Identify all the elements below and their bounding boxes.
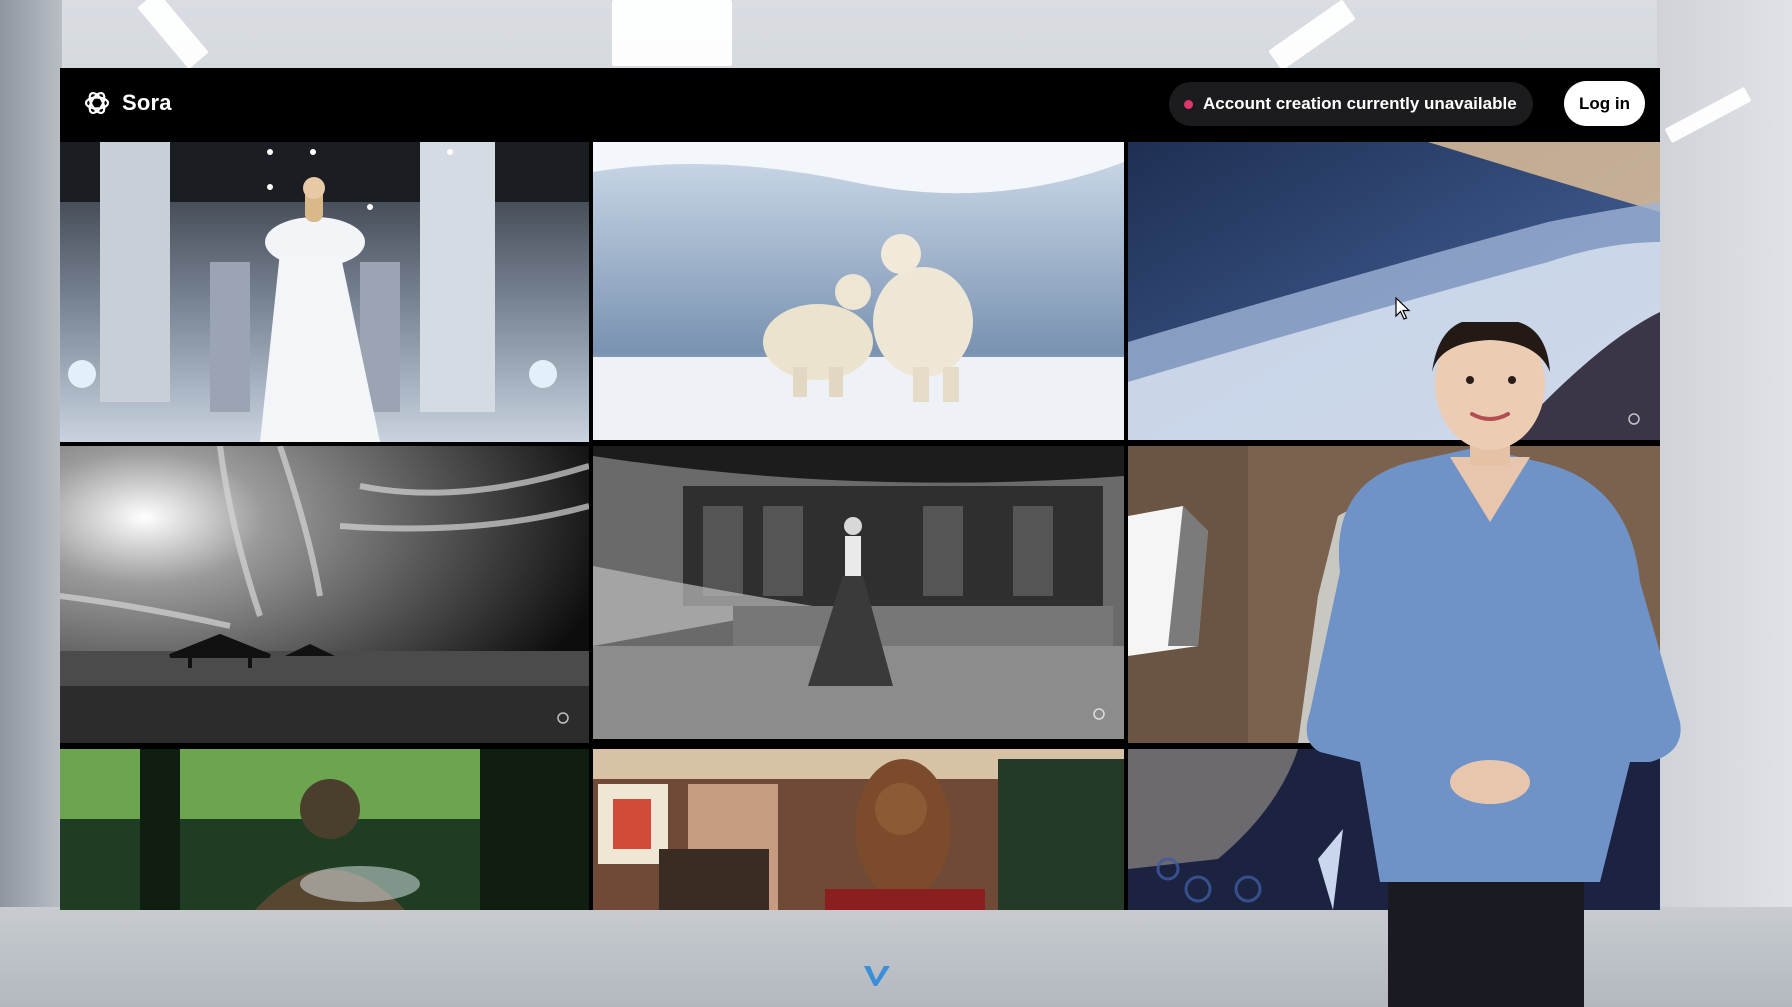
- brand[interactable]: Sora: [82, 88, 172, 118]
- status-dot-icon: [1184, 100, 1193, 109]
- login-button[interactable]: Log in: [1564, 81, 1645, 126]
- ceiling-light: [612, 0, 732, 66]
- studio-left-wall: [0, 0, 62, 1007]
- gallery-tile-runway-model[interactable]: [60, 142, 589, 442]
- gallery-tile-pavilion-sky[interactable]: [60, 446, 589, 743]
- presenter-person: [1306, 322, 1681, 1007]
- account-notice-text: Account creation currently unavailable: [1203, 94, 1517, 113]
- openai-logo-icon: [84, 91, 110, 115]
- top-navigation-bar: Sora Account creation currently unavaila…: [60, 68, 1660, 142]
- brand-name: Sora: [122, 90, 172, 115]
- gallery-tile-polar-bears[interactable]: [593, 142, 1124, 440]
- ceiling-light: [137, 0, 209, 69]
- v-logo-icon: [864, 966, 890, 986]
- gallery-tile-hanbok-courtyard[interactable]: [593, 446, 1124, 739]
- ceiling-light: [1268, 0, 1356, 71]
- mouse-pointer-icon: [1395, 297, 1411, 320]
- gallery-tile-buddha-forest[interactable]: [60, 749, 589, 910]
- gallery-tile-bigfoot-room[interactable]: [593, 749, 1124, 910]
- account-notice-badge: Account creation currently unavailable: [1169, 82, 1533, 126]
